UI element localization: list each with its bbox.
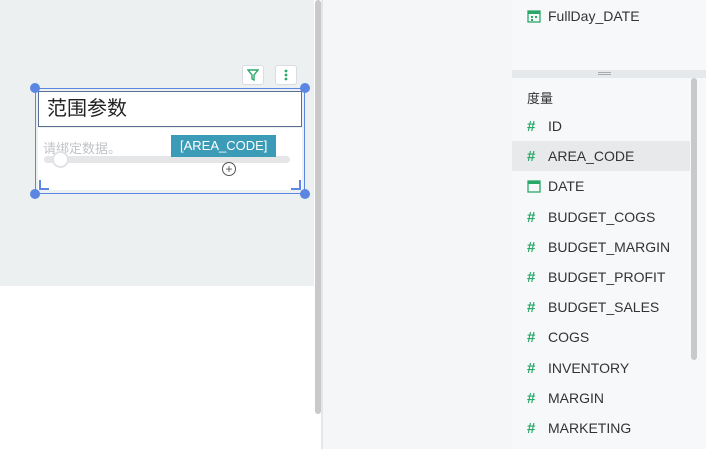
more-options-button[interactable] [275, 65, 297, 85]
resize-handle-bottom-right[interactable] [300, 189, 310, 199]
field-item-fullday-date[interactable]: FullDay_DATE [512, 1, 690, 31]
corner-mark [39, 180, 49, 190]
measure-list-scrollbar[interactable] [691, 78, 697, 360]
hash-icon: # [527, 117, 536, 135]
filter-icon [247, 69, 259, 81]
widget-selection-box [35, 88, 305, 194]
field-item-margin[interactable]: # MARGIN [512, 383, 690, 413]
field-item-date[interactable]: DATE [512, 171, 690, 201]
hash-icon: # [527, 208, 536, 226]
hash-icon: # [527, 238, 536, 256]
measures-section-label: 度量 [527, 91, 554, 106]
hash-icon: # [527, 419, 536, 437]
field-item-budget-profit[interactable]: # BUDGET_PROFIT [512, 262, 690, 292]
hash-icon: # [527, 298, 536, 316]
field-label: FullDay_DATE [548, 8, 640, 24]
workspace: 范围参数 请绑定数据。 [AREA_CODE] + FullDay_DATE 度… [0, 0, 706, 449]
field-item-budget-margin[interactable]: # BUDGET_MARGIN [512, 232, 690, 262]
middle-panel [323, 0, 512, 449]
hash-icon: # [527, 328, 536, 346]
field-item-inventory[interactable]: # INVENTORY [512, 353, 690, 383]
field-label: BUDGET_PROFIT [548, 269, 666, 285]
field-label: INVENTORY [548, 360, 630, 376]
field-label: DATE [548, 178, 585, 194]
splitter-grip-icon[interactable] [598, 72, 611, 75]
resize-handle-bottom-left[interactable] [30, 189, 40, 199]
field-item-id[interactable]: # ID [512, 111, 690, 141]
field-item-budget-sales[interactable]: # BUDGET_SALES [512, 292, 690, 322]
field-label: ID [548, 118, 562, 134]
hash-icon: # [527, 147, 536, 165]
field-label: MARGIN [548, 390, 604, 406]
field-label: AREA_CODE [548, 148, 635, 164]
field-item-budget-cogs[interactable]: # BUDGET_COGS [512, 202, 690, 232]
resize-handle-top-right[interactable] [300, 83, 310, 93]
field-label: COGS [548, 329, 590, 345]
field-item-area-code[interactable]: # AREA_CODE [512, 141, 690, 171]
filter-button[interactable] [242, 65, 264, 85]
field-label: BUDGET_COGS [548, 209, 656, 225]
field-label: BUDGET_MARGIN [548, 239, 671, 255]
field-label: MARKETING [548, 420, 632, 436]
corner-mark [291, 180, 301, 190]
field-item-marketing[interactable]: # MARKETING [512, 413, 690, 443]
calendar-icon [527, 179, 548, 193]
hash-icon: # [527, 359, 536, 377]
field-item-cogs[interactable]: # COGS [512, 322, 690, 352]
hash-icon: # [527, 268, 536, 286]
resize-handle-top-left[interactable] [30, 83, 40, 93]
field-label: BUDGET_SALES [548, 299, 660, 315]
calendar-icon [527, 9, 548, 23]
hash-icon: # [527, 389, 536, 407]
more-vertical-icon [284, 69, 288, 81]
